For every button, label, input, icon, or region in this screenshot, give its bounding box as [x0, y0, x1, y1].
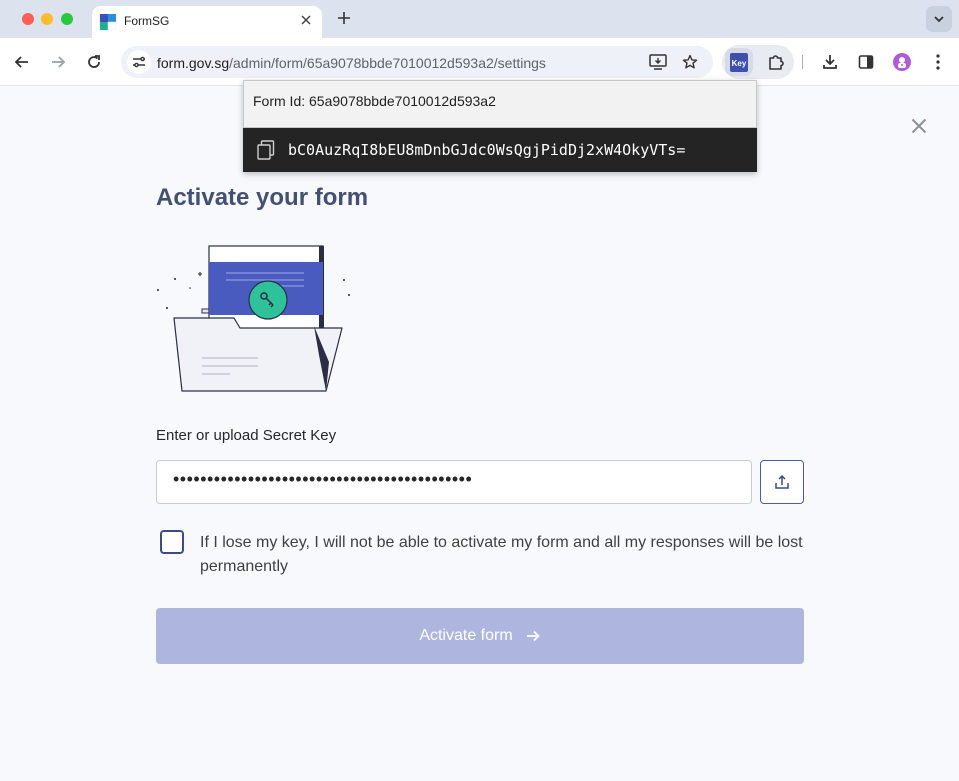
page-title: Activate your form	[156, 184, 369, 211]
url-text: form.gov.sg/admin/form/65a9078bbde701001…	[157, 55, 546, 71]
forward-button[interactable]	[44, 48, 72, 76]
downloads-button[interactable]	[816, 48, 844, 76]
browser-menu-button[interactable]	[924, 48, 952, 76]
tab-close-icon[interactable]	[296, 11, 316, 31]
copy-icon[interactable]	[257, 140, 275, 160]
tab-strip: FormSG	[0, 0, 959, 38]
tab-formsg[interactable]: FormSG	[92, 6, 322, 38]
key-extension-button[interactable]: Key	[725, 48, 753, 76]
secret-key-input[interactable]: ••••••••••••••••••••••••••••••••••••••••…	[156, 460, 752, 504]
window-minimize-button[interactable]	[41, 13, 53, 25]
bookmark-button[interactable]	[676, 48, 704, 76]
form-id-text: Form Id: 65a9078bbde7010012d593a2	[253, 93, 496, 109]
extensions-button[interactable]	[762, 48, 790, 76]
form-id-row: Form Id: 65a9078bbde7010012d593a2	[243, 80, 757, 128]
back-button[interactable]	[8, 48, 36, 76]
kebab-menu-icon	[936, 54, 940, 70]
close-modal-button[interactable]	[907, 114, 931, 138]
secret-key-masked-value: ••••••••••••••••••••••••••••••••••••••••…	[173, 469, 473, 489]
upload-icon	[775, 474, 789, 489]
activate-form-button[interactable]: Activate form	[156, 608, 804, 664]
window-close-button[interactable]	[22, 13, 34, 25]
star-icon	[682, 54, 698, 69]
form-id-popup: Form Id: 65a9078bbde7010012d593a2 bC0Auz…	[243, 80, 757, 172]
activate-form-label: Activate form	[419, 627, 513, 644]
key-extension-label: Key	[731, 59, 747, 68]
install-app-icon	[649, 54, 667, 70]
download-icon	[823, 55, 837, 69]
toolbar-separator	[802, 55, 803, 69]
secret-key-label: Enter or upload Secret Key	[156, 427, 337, 444]
tab-search-button[interactable]	[926, 6, 952, 32]
reload-button[interactable]	[80, 48, 108, 76]
browser-toolbar: form.gov.sg/admin/form/65a9078bbde701001…	[0, 38, 959, 86]
acknowledge-text: If I lose my key, I will not be able to …	[200, 534, 803, 575]
upload-key-button[interactable]	[760, 460, 804, 504]
close-icon	[911, 118, 927, 134]
window-zoom-button[interactable]	[61, 13, 73, 25]
arrow-right-icon	[52, 56, 66, 68]
extensions-group: Key	[722, 45, 794, 79]
secret-key-folder-illustration	[157, 245, 350, 392]
tune-icon	[133, 56, 145, 68]
acknowledge-checkbox[interactable]	[160, 530, 184, 554]
address-bar[interactable]: form.gov.sg/admin/form/65a9078bbde701001…	[121, 46, 713, 78]
url-domain: form.gov.sg	[157, 55, 230, 71]
new-tab-button[interactable]	[333, 8, 355, 30]
site-settings-button[interactable]	[127, 50, 151, 74]
tab-title: FormSG	[124, 14, 170, 28]
secret-key-text[interactable]: bC0AuzRqI8bEU8mDnbGJdc0WsQgjPidDj2xW4Oky…	[288, 141, 685, 159]
formsg-logo-icon	[100, 14, 116, 30]
reload-icon	[88, 55, 100, 68]
url-path: /admin/form/65a9078bbde7010012d593a2/set…	[229, 55, 546, 71]
arrow-left-icon	[14, 56, 28, 68]
arrow-right-icon	[526, 630, 540, 642]
puzzle-icon	[769, 55, 784, 70]
install-app-button[interactable]	[644, 48, 672, 76]
side-panel-button[interactable]	[852, 48, 880, 76]
side-panel-icon	[858, 55, 874, 69]
profile-avatar[interactable]	[893, 53, 911, 71]
